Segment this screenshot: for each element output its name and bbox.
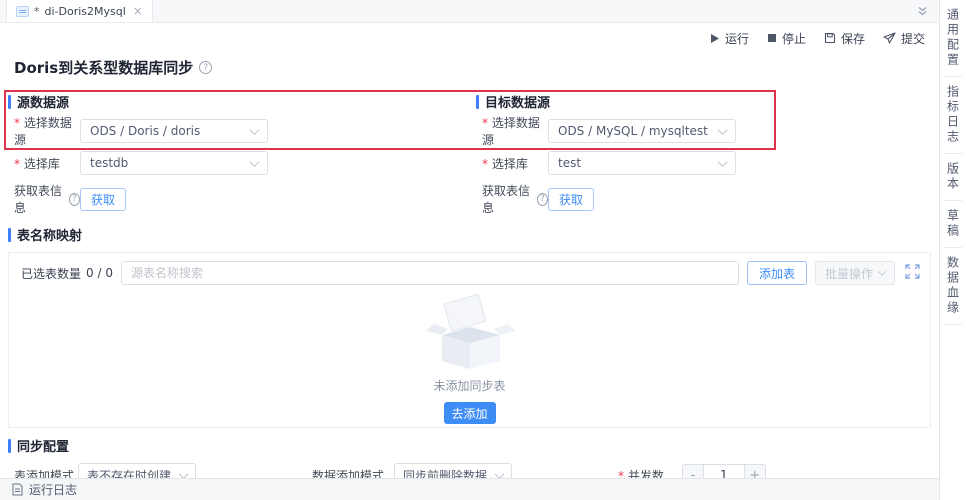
sidebar-item-general-config[interactable]: 通用配置 (945, 0, 962, 76)
source-db-row: 选择库 testdb (14, 151, 468, 175)
run-log-label: 运行日志 (29, 483, 78, 497)
source-fetch-button[interactable]: 获取 (80, 187, 127, 211)
sidebar-item-version[interactable]: 版本 (945, 154, 962, 200)
chevron-down-icon (494, 468, 505, 478)
stepper-minus-button[interactable]: - (681, 463, 704, 478)
submit-button[interactable]: 提交 (883, 30, 925, 47)
help-icon[interactable]: ? (199, 61, 213, 74)
go-add-button[interactable]: 去添加 (443, 402, 496, 424)
stepper-plus-button[interactable]: + (743, 463, 766, 478)
tab-bar: * di-Doris2Mysql × (0, 0, 939, 23)
table-add-mode-label: 表添加模式 (14, 468, 75, 479)
tab-di-doris2mysql[interactable]: * di-Doris2Mysql × (6, 0, 153, 22)
target-column: 目标数据源 选择数据源 ODS / MySQL / mysqltest 选择库 … (468, 84, 939, 215)
add-table-button[interactable]: 添加表 (746, 261, 807, 285)
source-datasource-select[interactable]: ODS / Doris / doris (80, 119, 268, 143)
table-add-mode-select[interactable]: 表不存在时创建 (78, 463, 196, 478)
tab-close-icon[interactable]: × (133, 5, 143, 17)
target-db-row: 选择库 test (482, 151, 939, 175)
app-window: * di-Doris2Mysql × 运行 停止 保存 提交 Doris到关系型… (0, 0, 966, 500)
chevron-down-icon (249, 156, 260, 167)
section-bar (8, 227, 11, 242)
target-fetch-row: 获取表信息 ? 获取 (482, 184, 939, 215)
source-section-header: 源数据源 (8, 92, 468, 111)
run-log-bar[interactable]: 运行日志 (0, 478, 939, 500)
source-column: 源数据源 选择数据源 ODS / Doris / doris 选择库 testd… (0, 84, 468, 215)
sidebar-item-data-lineage[interactable]: 数据血缘 (945, 248, 962, 324)
chevron-down-icon (717, 124, 728, 135)
section-bar (8, 94, 11, 109)
stop-button[interactable]: 停止 (767, 30, 806, 47)
target-fetch-button[interactable]: 获取 (548, 187, 595, 211)
action-toolbar: 运行 停止 保存 提交 (0, 27, 939, 49)
run-button[interactable]: 运行 (709, 30, 749, 47)
sidebar-item-metric-log[interactable]: 指标日志 (945, 77, 962, 153)
play-icon (710, 33, 719, 43)
field-label: 选择库 (14, 155, 80, 172)
collapse-chevron-icon[interactable] (916, 5, 929, 21)
source-datasource-row: 选择数据源 ODS / Doris / doris (14, 116, 468, 147)
section-bar (8, 438, 11, 453)
main-panel: * di-Doris2Mysql × 运行 停止 保存 提交 Doris到关系型… (0, 0, 939, 500)
selected-count-value: 0 / 0 (86, 266, 113, 280)
empty-text: 未添加同步表 (433, 379, 506, 393)
field-label: 选择库 (482, 155, 548, 172)
save-button[interactable]: 保存 (824, 30, 865, 47)
right-sidebar: 通用配置 指标日志 版本 草稿 数据血缘 (939, 0, 966, 500)
chevron-down-icon (249, 124, 260, 135)
chevron-down-icon (877, 267, 887, 276)
page-title: Doris到关系型数据库同步 ? (14, 57, 939, 78)
concurrency-value[interactable]: 1 (703, 463, 744, 478)
source-table-search-input[interactable] (120, 261, 739, 285)
divider (944, 324, 962, 325)
content-area: Doris到关系型数据库同步 ? 源数据源 选择数据源 ODS / Doris … (0, 49, 939, 478)
log-document-icon (12, 483, 23, 496)
help-icon[interactable]: ? (536, 192, 548, 206)
target-datasource-row: 选择数据源 ODS / MySQL / mysqltest (482, 116, 939, 147)
concurrency-label: 并发数 (618, 467, 664, 479)
mapping-toolbar: 已选表数量 0 / 0 添加表 批量操作 (9, 253, 930, 285)
sync-config-row-1: 表添加模式 表不存在时创建 数据添加模式 同步前删除数据 并发数 - 1 + (14, 463, 939, 478)
batch-operation-button[interactable]: 批量操作 (814, 261, 895, 285)
mapping-section-header: 表名称映射 (8, 225, 939, 244)
stop-icon (767, 34, 776, 42)
paper-plane-icon (883, 32, 896, 44)
unsaved-mark: * (34, 4, 40, 18)
data-add-mode-label: 数据添加模式 (312, 468, 385, 479)
save-icon (824, 32, 836, 44)
target-section-header: 目标数据源 (476, 92, 939, 111)
data-add-mode-select[interactable]: 同步前删除数据 (394, 463, 513, 478)
target-datasource-select[interactable]: ODS / MySQL / mysqltest (548, 119, 736, 143)
target-db-select[interactable]: test (548, 151, 736, 175)
field-label: 选择数据源 (14, 114, 80, 148)
source-db-select[interactable]: testdb (80, 151, 268, 175)
mapping-container: 已选表数量 0 / 0 添加表 批量操作 (8, 252, 931, 428)
concurrency-stepper: - 1 + (681, 463, 766, 478)
chevron-down-icon (717, 156, 728, 167)
empty-state: 未添加同步表 去添加 (9, 293, 930, 424)
source-fetch-row: 获取表信息 ? 获取 (14, 184, 468, 215)
help-icon[interactable]: ? (68, 192, 80, 206)
empty-box-illustration (425, 294, 516, 369)
chevron-down-icon (178, 468, 189, 478)
file-type-icon (16, 5, 29, 17)
datasource-columns: 源数据源 选择数据源 ODS / Doris / doris 选择库 testd… (0, 84, 939, 215)
tab-title: di-Doris2Mysql (44, 4, 126, 18)
section-bar (476, 94, 479, 109)
field-label: 选择数据源 (482, 114, 548, 148)
fetch-table-label: 获取表信息 ? (482, 182, 548, 216)
sidebar-item-draft[interactable]: 草稿 (945, 201, 962, 247)
fetch-table-label: 获取表信息 ? (14, 182, 80, 216)
fullscreen-expand-icon[interactable] (905, 264, 920, 282)
sync-section-header: 同步配置 (8, 436, 939, 455)
selected-count: 已选表数量 0 / 0 (21, 266, 113, 281)
